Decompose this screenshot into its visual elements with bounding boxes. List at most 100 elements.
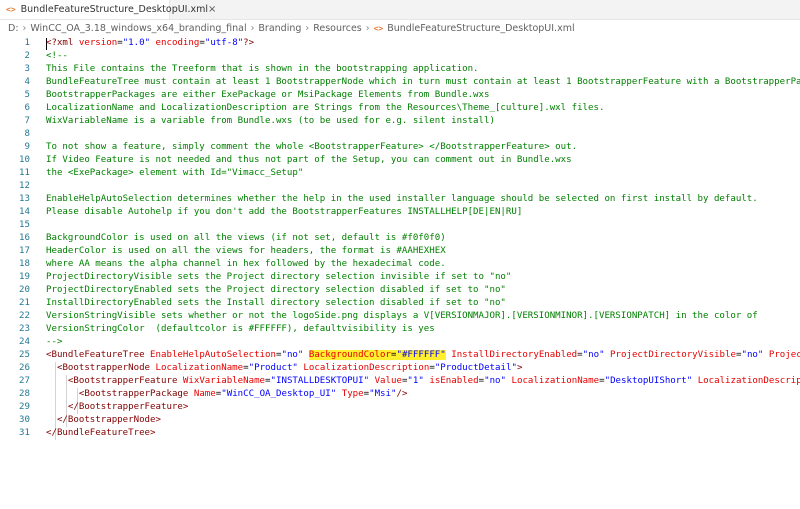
line-number: 2: [24, 51, 30, 61]
code-token: BootstrapperPackages are either ExePacka…: [46, 90, 490, 100]
code-line[interactable]: 20 ProjectDirectoryEnabled sets the Proje…: [0, 284, 800, 297]
code-token: ?>: [243, 38, 255, 48]
code-token: WixVariableName: [182, 376, 266, 386]
code-text: EnableHelpAutoSelection determines wheth…: [46, 193, 758, 206]
line-number: 29: [19, 402, 30, 412]
code-token: InstallDirectoryEnabled: [451, 350, 578, 360]
line-number: 15: [19, 220, 30, 230]
breadcrumb-item-drive[interactable]: D:: [8, 23, 19, 34]
code-text: BootstrapperPackages are either ExePacka…: [46, 89, 489, 102]
code-token: This File contains the Treeform that is …: [46, 64, 479, 74]
code-line[interactable]: 2 <!--: [0, 50, 800, 63]
code-token: "#FFFFFF": [396, 350, 446, 360]
line-number: 19: [19, 272, 30, 282]
code-token: To not show a feature, simply comment th…: [46, 142, 578, 152]
code-token: </: [46, 428, 57, 438]
code-token: >: [516, 363, 523, 373]
code-text: </BundleFeatureTree>: [46, 427, 156, 440]
code-text: <BundleFeatureTree EnableHelpAutoSelecti…: [46, 349, 800, 362]
code-line[interactable]: 6 LocalizationName and LocalizationDescri…: [0, 102, 800, 115]
breadcrumb-item-resources[interactable]: Resources: [313, 23, 362, 34]
code-line[interactable]: 22 VersionStringVisible sets whether or n…: [0, 310, 800, 323]
code-line[interactable]: 8: [0, 128, 800, 141]
code-text: where AA means the alpha channel in hex …: [46, 258, 446, 271]
code-text: BundleFeatureTree must contain at least …: [46, 76, 800, 89]
code-line[interactable]: 25 <BundleFeatureTree EnableHelpAutoSelec…: [0, 349, 800, 362]
code-token: Please disable Autohelp if you don't add…: [46, 207, 523, 217]
line-number: 14: [19, 207, 30, 217]
code-line[interactable]: 31 </BundleFeatureTree>: [0, 427, 800, 440]
code-token: ProjectDirectoryEnabled sets the Project…: [46, 285, 506, 295]
chevron-right-icon: ›: [22, 23, 27, 34]
line-number: 20: [19, 285, 30, 295]
code-token: "INSTALLDESKTOPUI": [270, 376, 370, 386]
code-text: -->: [46, 336, 62, 349]
line-number: 9: [24, 142, 30, 152]
code-token: "no": [741, 350, 764, 360]
code-token: BackgroundColor: [308, 350, 391, 360]
code-line[interactable]: 3 This File contains the Treeform that is…: [0, 63, 800, 76]
code-text: BackgroundColor is used on all the views…: [46, 232, 446, 245]
code-line[interactable]: 24 -->: [0, 336, 800, 349]
code-line[interactable]: 9 To not show a feature, simply comment t…: [0, 141, 800, 154]
breadcrumb-item-folder[interactable]: WinCC_OA_3.18_windows_x64_branding_final: [30, 23, 246, 34]
code-line[interactable]: 21 InstallDirectoryEnabled sets the Insta…: [0, 297, 800, 310]
code-token: LocalizationName and LocalizationDescrip…: [46, 103, 605, 113]
code-line[interactable]: 12: [0, 180, 800, 193]
code-line[interactable]: 10 If Video Feature is not needed and thu…: [0, 154, 800, 167]
code-text: VersionStringVisible sets whether or not…: [46, 310, 758, 323]
code-token: LocalizationDescription: [303, 363, 430, 373]
code-line[interactable]: 19 ProjectDirectoryVisible sets the Proje…: [0, 271, 800, 284]
code-token: Value: [374, 376, 402, 386]
code-line[interactable]: 7 WixVariableName is a variable from Bund…: [0, 115, 800, 128]
code-line[interactable]: 29 </BootstrapperFeature>: [0, 401, 800, 414]
code-line[interactable]: 5 BootstrapperPackages are either ExePack…: [0, 89, 800, 102]
code-token: Type: [341, 389, 364, 399]
line-number: 21: [19, 298, 30, 308]
code-token: EnableHelpAutoSelection: [150, 350, 276, 360]
code-line[interactable]: 17 HeaderColor is used on all the views f…: [0, 245, 800, 258]
code-token: xml: [56, 38, 74, 48]
line-number: 1: [24, 38, 30, 48]
code-line[interactable]: 11 the <ExePackage> element with Id="Vima…: [0, 167, 800, 180]
code-token: LocalizationDescription: [697, 376, 800, 386]
editor-tab[interactable]: <> BundleFeatureStructure_DesktopUI.xml …: [0, 0, 216, 19]
code-token: BootstrapperFeature: [78, 402, 183, 412]
chevron-right-icon: ›: [250, 23, 255, 34]
code-token: >: [150, 428, 156, 438]
line-number: 10: [19, 155, 30, 165]
code-token: EnableHelpAutoSelection determines wheth…: [46, 194, 758, 204]
breadcrumb-item-branding[interactable]: Branding: [258, 23, 301, 34]
code-token: "Product": [248, 363, 298, 373]
code-line[interactable]: 13 EnableHelpAutoSelection determines whe…: [0, 193, 800, 206]
close-icon[interactable]: ×: [208, 4, 216, 15]
line-number: 18: [19, 259, 30, 269]
code-token: version: [78, 38, 118, 48]
code-line[interactable]: 14 Please disable Autohelp if you don't a…: [0, 206, 800, 219]
code-token: ProjectDirectoryVisible: [610, 350, 736, 360]
breadcrumb-item-file[interactable]: BundleFeatureStructure_DesktopUI.xml: [387, 23, 574, 34]
code-line[interactable]: 4 BundleFeatureTree must contain at least…: [0, 76, 800, 89]
line-number: 28: [19, 389, 30, 399]
code-line[interactable]: 23 VersionStringColor (defaultcolor is #F…: [0, 323, 800, 336]
chevron-right-icon: ›: [365, 23, 370, 34]
code-text: </BootstrapperFeature>: [46, 401, 188, 414]
code-line[interactable]: 30 </BootstrapperNode>: [0, 414, 800, 427]
code-editor[interactable]: 1 <?xml version="1.0" encoding="utf-8"?> 2…: [0, 37, 800, 509]
code-line[interactable]: 18 where AA means the alpha channel in he…: [0, 258, 800, 271]
code-token: "1.0": [122, 38, 151, 48]
code-token: LocalizationName: [155, 363, 244, 373]
code-line[interactable]: 16 BackgroundColor is used on all the vie…: [0, 232, 800, 245]
code-line[interactable]: 28 <BootstrapperPackage Name="WinCC_OA_D…: [0, 388, 800, 401]
code-line[interactable]: 26 <BootstrapperNode LocalizationName="P…: [0, 362, 800, 375]
code-text: Please disable Autohelp if you don't add…: [46, 206, 522, 219]
tab-title: BundleFeatureStructure_DesktopUI.xml: [20, 4, 209, 15]
breadcrumb: D: › WinCC_OA_3.18_windows_x64_branding_…: [0, 20, 800, 37]
code-token: "no": [281, 350, 304, 360]
code-line[interactable]: 27 <BootstrapperFeature WixVariableName=…: [0, 375, 800, 388]
code-line[interactable]: 15: [0, 219, 800, 232]
code-line[interactable]: 1 <?xml version="1.0" encoding="utf-8"?>: [0, 37, 800, 50]
